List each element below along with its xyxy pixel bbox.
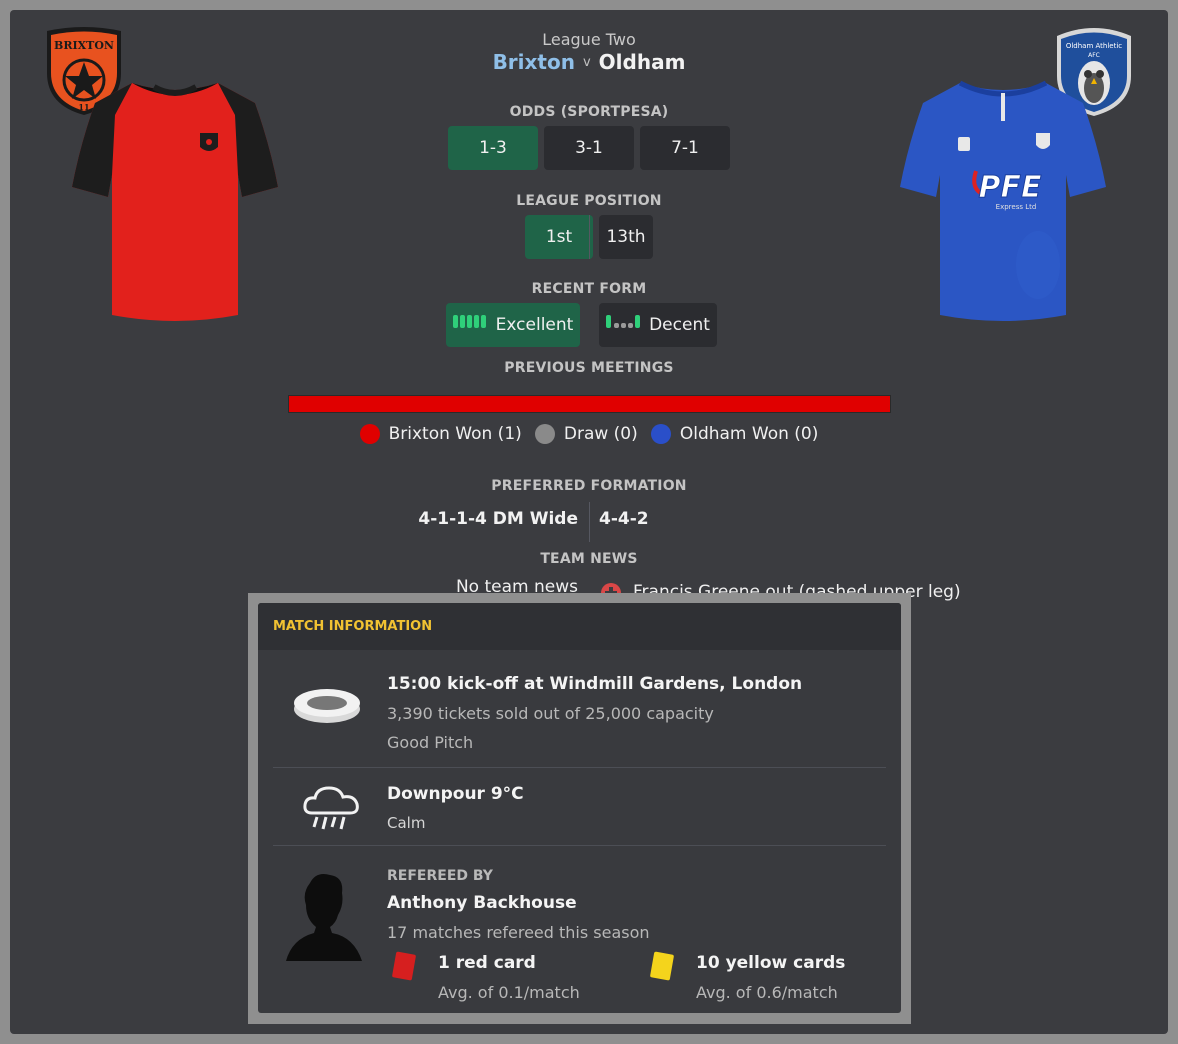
previous-meetings-label: PREVIOUS MEETINGS bbox=[504, 360, 674, 376]
preferred-formation-label: PREFERRED FORMATION bbox=[491, 478, 687, 494]
competition-name: League Two bbox=[542, 30, 636, 49]
away-form[interactable]: Decent bbox=[599, 303, 717, 347]
red-card-avg: Avg. of 0.1/match bbox=[438, 983, 580, 1002]
blue-dot-icon bbox=[650, 424, 671, 444]
referee-matches: 17 matches refereed this season bbox=[387, 923, 650, 942]
recent-form-label: RECENT FORM bbox=[531, 281, 647, 297]
formation-divider bbox=[589, 502, 590, 542]
yellow-card-count: 10 yellow cards bbox=[696, 953, 846, 973]
versus-label: v bbox=[582, 55, 591, 70]
position-divider bbox=[589, 215, 590, 259]
home-odds[interactable]: 1-3 bbox=[448, 126, 538, 170]
form-bars-icon bbox=[452, 315, 486, 328]
home-form-label: Excellent bbox=[495, 315, 574, 335]
weather-headline: Downpour 9°C bbox=[387, 784, 524, 804]
referee-silhouette-icon bbox=[286, 874, 362, 961]
rain-cloud-icon bbox=[303, 786, 359, 830]
match-information-card: MATCH INFORMATION 15:00 kick-off at Wind… bbox=[258, 603, 901, 1013]
form-bars-icon bbox=[606, 315, 641, 328]
card-title: MATCH INFORMATION bbox=[273, 619, 433, 634]
legend-away-won: Oldham Won (0) bbox=[650, 424, 818, 444]
referee-name[interactable]: Anthony Backhouse bbox=[387, 893, 577, 913]
odds-label: ODDS (SPORTPESA) bbox=[509, 104, 669, 120]
team-news-label: TEAM NEWS bbox=[540, 551, 638, 567]
home-league-position[interactable]: 1st bbox=[525, 215, 593, 259]
home-form[interactable]: Excellent bbox=[446, 303, 580, 347]
pitch-condition: Good Pitch bbox=[387, 733, 474, 752]
home-formation: 4-1-1-4 DM Wide bbox=[418, 509, 578, 529]
row-divider bbox=[273, 767, 886, 768]
wind-condition: Calm bbox=[387, 814, 426, 832]
home-team-link[interactable]: Brixton bbox=[493, 50, 575, 74]
away-league-position[interactable]: 13th bbox=[599, 215, 653, 259]
league-position-label: LEAGUE POSITION bbox=[516, 193, 662, 209]
card-header: MATCH INFORMATION bbox=[258, 603, 901, 650]
away-form-label: Decent bbox=[649, 315, 710, 335]
red-dot-icon bbox=[359, 424, 380, 444]
legend-draw: Draw (0) bbox=[534, 424, 638, 444]
meetings-bar bbox=[288, 395, 891, 413]
away-team-link[interactable]: Oldham bbox=[599, 50, 686, 74]
legend-home-won: Brixton Won (1) bbox=[359, 424, 522, 444]
stadium-icon bbox=[294, 689, 360, 723]
yellow-card-avg: Avg. of 0.6/match bbox=[696, 983, 838, 1002]
red-card-icon bbox=[391, 951, 417, 981]
yellow-card-icon bbox=[649, 951, 675, 981]
grey-dot-icon bbox=[534, 424, 555, 444]
row-divider bbox=[273, 845, 886, 846]
fixture-title: Brixton v Oldham bbox=[10, 50, 1168, 74]
tickets-info: 3,390 tickets sold out of 25,000 capacit… bbox=[387, 704, 714, 723]
red-card-count: 1 red card bbox=[438, 953, 536, 973]
venue-headline[interactable]: 15:00 kick-off at Windmill Gardens, Lond… bbox=[387, 674, 802, 694]
refereed-by-label: REFEREED BY bbox=[387, 868, 493, 884]
away-formation: 4-4-2 bbox=[599, 509, 649, 529]
meetings-legend: Brixton Won (1) Draw (0) Oldham Won (0) bbox=[10, 424, 1168, 448]
draw-odds[interactable]: 3-1 bbox=[544, 126, 634, 170]
away-odds[interactable]: 7-1 bbox=[640, 126, 730, 170]
